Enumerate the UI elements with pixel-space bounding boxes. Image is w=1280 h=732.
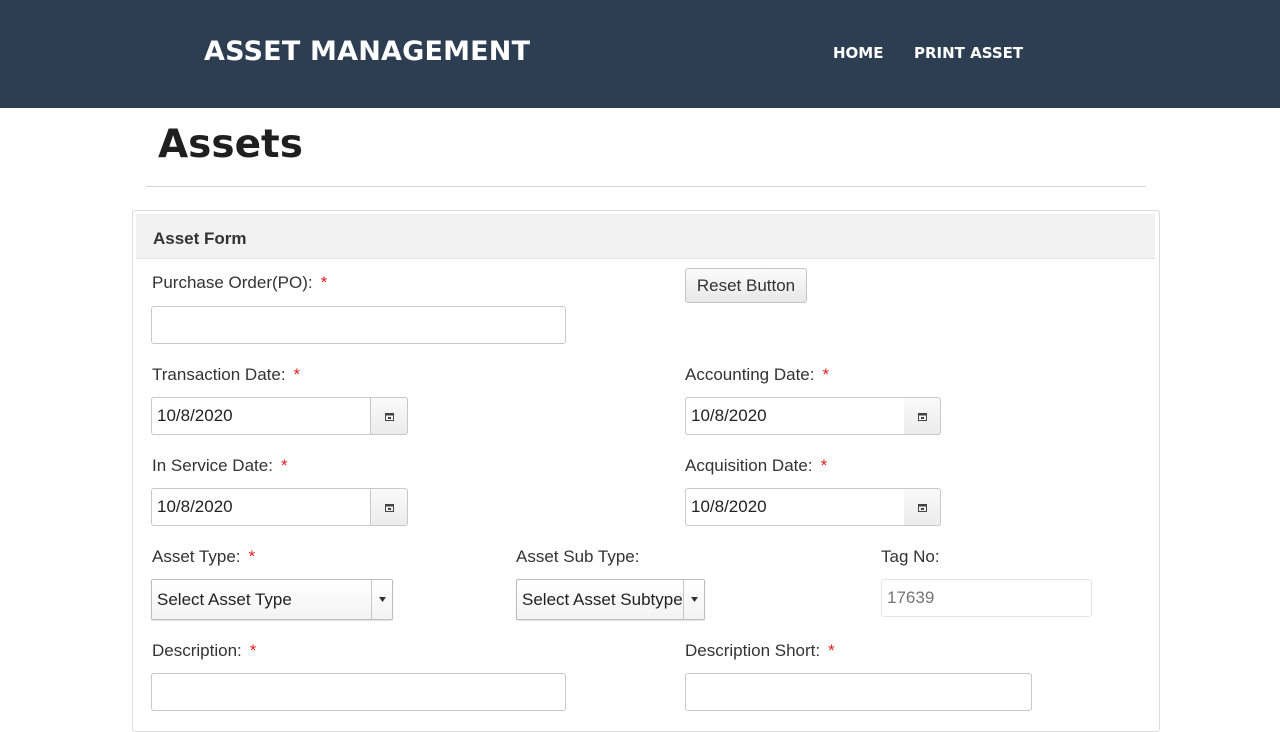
tag-no-input	[881, 579, 1092, 617]
in-service-date-label-text: In Service Date:	[152, 456, 273, 475]
accounting-date-label: Accounting Date: *	[685, 365, 829, 385]
brand-logo[interactable]: ASSET MANAGEMENT	[204, 36, 530, 67]
asset-sub-type-select[interactable]: Select Asset Subtype	[516, 579, 705, 620]
acquisition-date-input[interactable]	[685, 488, 905, 526]
in-service-date-label: In Service Date: *	[152, 456, 288, 476]
panel-title: Asset Form	[153, 229, 247, 248]
tag-no-label: Tag No:	[881, 547, 940, 566]
in-service-date-input[interactable]	[151, 488, 371, 526]
calendar-icon	[384, 412, 394, 421]
accounting-date-calendar-button[interactable]	[904, 397, 941, 435]
required-marker: *	[280, 456, 288, 475]
required-marker: *	[249, 641, 257, 660]
required-marker: *	[320, 273, 328, 292]
nav-home-link[interactable]: HOME	[833, 44, 883, 62]
purchase-order-label-text: Purchase Order(PO):	[152, 273, 313, 292]
asset-sub-type-dropdown-toggle[interactable]	[683, 580, 704, 619]
required-marker: *	[293, 365, 301, 384]
asset-type-selected-value: Select Asset Type	[157, 590, 292, 609]
accounting-date-input[interactable]	[685, 397, 905, 435]
description-short-input[interactable]	[685, 673, 1032, 711]
purchase-order-input[interactable]	[151, 306, 566, 344]
description-label-text: Description:	[152, 641, 242, 660]
asset-type-dropdown-toggle[interactable]	[371, 580, 392, 619]
title-divider	[146, 186, 1146, 187]
chevron-down-icon	[690, 597, 698, 602]
asset-sub-type-selected-value: Select Asset Subtype	[522, 590, 683, 609]
required-marker: *	[820, 456, 828, 475]
acquisition-date-label-text: Acquisition Date:	[685, 456, 813, 475]
nav-print-asset-link[interactable]: PRINT ASSET	[914, 44, 1023, 62]
accounting-date-label-text: Accounting Date:	[685, 365, 815, 384]
in-service-date-calendar-button[interactable]	[371, 488, 408, 526]
page-title: Assets	[158, 122, 303, 167]
description-short-label-text: Description Short:	[685, 641, 821, 660]
asset-type-select[interactable]: Select Asset Type	[151, 579, 393, 620]
chevron-down-icon	[378, 597, 386, 602]
reset-button[interactable]: Reset Button	[685, 268, 807, 303]
acquisition-date-calendar-button[interactable]	[904, 488, 941, 526]
required-marker: *	[248, 547, 256, 566]
top-navbar	[0, 0, 1280, 108]
transaction-date-label: Transaction Date: *	[152, 365, 300, 385]
purchase-order-label: Purchase Order(PO): *	[152, 273, 327, 293]
required-marker: *	[822, 365, 830, 384]
panel-heading	[136, 214, 1155, 259]
transaction-date-input[interactable]	[151, 397, 371, 435]
calendar-icon	[917, 412, 927, 421]
asset-sub-type-label: Asset Sub Type:	[516, 547, 640, 566]
transaction-date-label-text: Transaction Date:	[152, 365, 286, 384]
asset-type-label: Asset Type: *	[152, 547, 255, 567]
calendar-icon	[384, 503, 394, 512]
calendar-icon	[917, 503, 927, 512]
description-short-label: Description Short: *	[685, 641, 835, 661]
acquisition-date-label: Acquisition Date: *	[685, 456, 827, 476]
asset-type-label-text: Asset Type:	[152, 547, 241, 566]
transaction-date-calendar-button[interactable]	[371, 397, 408, 435]
required-marker: *	[828, 641, 835, 660]
description-input[interactable]	[151, 673, 566, 711]
description-label: Description: *	[152, 641, 256, 661]
